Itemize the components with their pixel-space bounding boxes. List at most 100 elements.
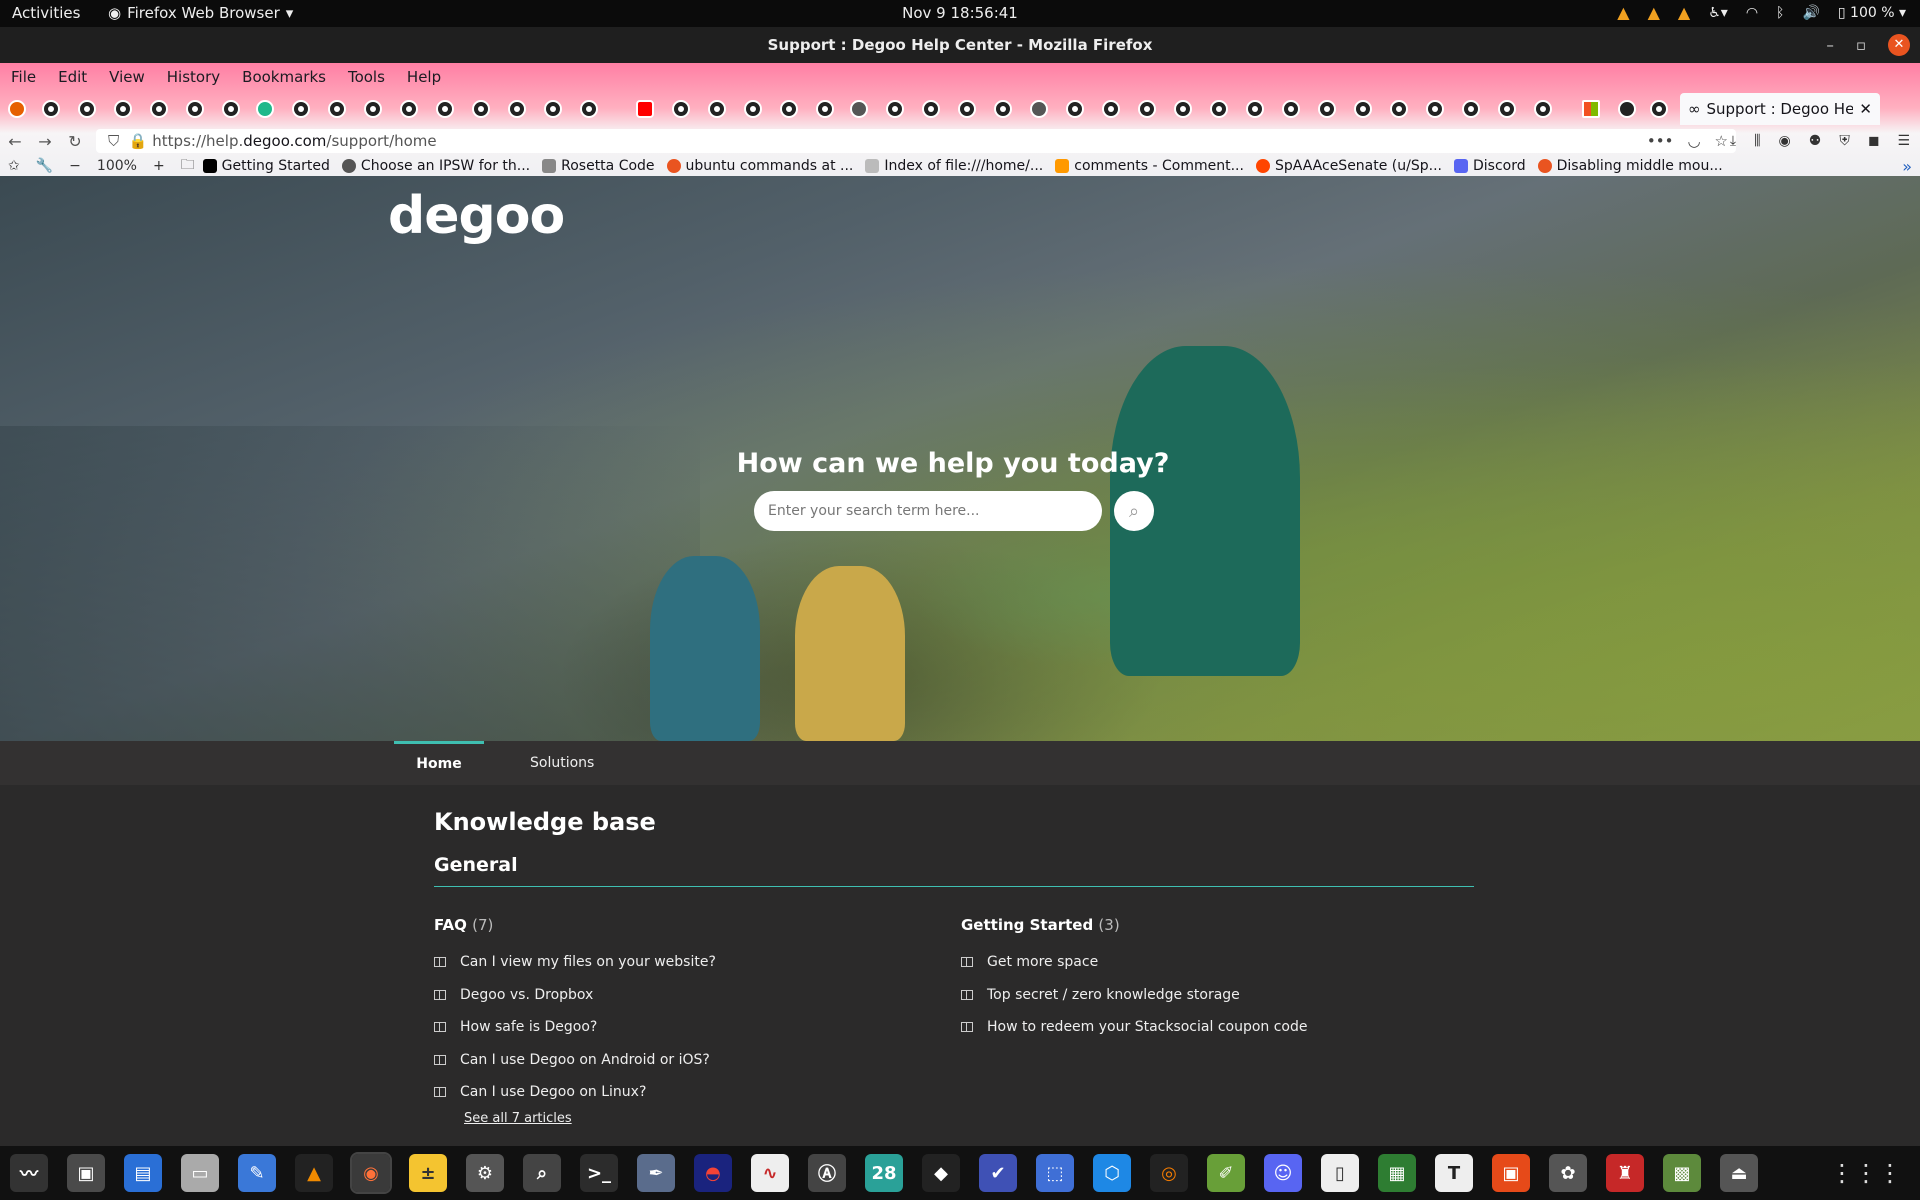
github-tab-icon[interactable] [994, 100, 1012, 118]
screenshot-icon[interactable]: ⬚ [1036, 1154, 1074, 1192]
github-tab-icon[interactable] [780, 100, 798, 118]
article-link[interactable]: Degoo vs. Dropbox [434, 979, 934, 1012]
typora-icon[interactable]: T [1435, 1154, 1473, 1192]
presentation-icon[interactable]: ▣ [1492, 1154, 1530, 1192]
ublock-icon[interactable]: ⛨ [1839, 133, 1850, 149]
forward-icon[interactable]: → [30, 132, 60, 151]
firefox-icon[interactable]: ◉ [350, 1152, 392, 1194]
github-tab-icon[interactable] [744, 100, 762, 118]
waveform-icon[interactable]: ∿ [751, 1154, 789, 1192]
github-tab-icon[interactable] [544, 100, 562, 118]
usb-drive-icon[interactable]: ⏏ [1720, 1154, 1758, 1192]
battery-icon[interactable]: ▯ 100 % ▾ [1838, 5, 1906, 21]
getting-started-title[interactable]: Getting Started [961, 916, 1093, 934]
bookmark-star-icon[interactable]: ☆ [1715, 132, 1728, 150]
github-tab-icon[interactable] [958, 100, 976, 118]
show-apps-icon[interactable]: ⋮⋮⋮ [1830, 1159, 1902, 1187]
article-link[interactable]: Can I use Degoo on Linux? [434, 1076, 934, 1109]
bookmark-rosetta-code[interactable]: Rosetta Code [542, 158, 655, 174]
discord-icon[interactable]: ☺ [1264, 1154, 1302, 1192]
tab-home[interactable]: Home [394, 741, 484, 785]
article-link[interactable]: How safe is Degoo? [434, 1011, 934, 1044]
zoom-out-icon[interactable]: − [61, 158, 89, 174]
image-viewer-icon[interactable]: ⌕ [523, 1154, 561, 1192]
download-icon[interactable]: ⤓ [1730, 133, 1736, 149]
tasks-icon[interactable]: ✔ [979, 1154, 1017, 1192]
green-tab-icon[interactable] [256, 100, 274, 118]
bookmark-disabling-middle-mouse[interactable]: Disabling middle mou... [1537, 158, 1723, 174]
extension-icon[interactable]: ⚉ [1809, 133, 1822, 149]
inkscape-icon[interactable]: ✒ [637, 1154, 675, 1192]
github-tab-icon[interactable] [400, 100, 418, 118]
article-link[interactable]: Get more space [961, 946, 1461, 979]
bookmark-reddit[interactable]: SpAAAceSenate (u/Sp... [1255, 158, 1442, 174]
active-tab[interactable]: ∞ Support : Degoo Help ✕ [1680, 93, 1880, 125]
grey-tab-icon[interactable] [850, 100, 868, 118]
shield-icon[interactable]: ⛉ [108, 132, 119, 150]
zoom-in-icon[interactable]: + [145, 158, 173, 174]
see-all-articles-link[interactable]: See all 7 articles [464, 1111, 934, 1126]
menu-file[interactable]: File [0, 63, 47, 91]
github-tab-icon[interactable] [672, 100, 690, 118]
vlc-tray-icon[interactable]: ▲ [1648, 3, 1660, 22]
library-icon[interactable]: ⫼ [1754, 133, 1760, 149]
reload-icon[interactable]: ↻ [60, 132, 90, 151]
vlc-tray-icon[interactable]: ▲ [1678, 3, 1690, 22]
github-tab-icon[interactable] [708, 100, 726, 118]
menu-view[interactable]: View [98, 63, 156, 91]
blender-icon[interactable]: ◎ [1150, 1154, 1188, 1192]
github-tab-icon[interactable] [1174, 100, 1192, 118]
github-tab-icon[interactable] [1354, 100, 1372, 118]
github-tab-icon[interactable] [436, 100, 454, 118]
settings-icon[interactable]: ⚙ [466, 1154, 504, 1192]
degoo-logo[interactable]: degoo [388, 186, 565, 246]
bookmark-ubuntu-commands[interactable]: ubuntu commands at ... [666, 158, 853, 174]
inkscape-tool-icon[interactable]: ◆ [922, 1154, 960, 1192]
github-tab-icon[interactable] [1210, 100, 1228, 118]
url-bar[interactable]: ⛉ 🔒 https://help. degoo.com/support/home … [96, 129, 1736, 153]
article-link[interactable]: Top secret / zero knowledge storage [961, 979, 1461, 1012]
account-icon[interactable]: ◉ [1779, 133, 1791, 149]
tab-solutions[interactable]: Solutions [530, 741, 594, 785]
faq-heading[interactable]: FAQ (7) [434, 916, 934, 934]
mario-game-icon[interactable]: ♜ [1606, 1154, 1644, 1192]
image-editor-icon[interactable]: ✐ [1207, 1154, 1245, 1192]
bookmark-discord[interactable]: Discord [1453, 158, 1526, 174]
close-tab-icon[interactable]: ✕ [1859, 100, 1872, 118]
github-tab-icon[interactable] [1534, 100, 1552, 118]
github-tab-icon[interactable] [1498, 100, 1516, 118]
github-tab-icon[interactable] [922, 100, 940, 118]
zoom-level[interactable]: 100% [89, 158, 145, 174]
system-monitor-icon[interactable]: 〰 [10, 1154, 48, 1192]
files-icon[interactable]: ▭ [181, 1154, 219, 1192]
github-tab-icon[interactable] [1246, 100, 1264, 118]
gimp-icon[interactable]: ✿ [1549, 1154, 1587, 1192]
software-center-icon[interactable]: Ⓐ [808, 1154, 846, 1192]
menu-history[interactable]: History [156, 63, 231, 91]
bookmark-comments[interactable]: comments - Comment... [1055, 158, 1244, 174]
bookmark-index-of-file[interactable]: Index of file:///home/... [865, 158, 1043, 174]
github-tab-icon[interactable] [1066, 100, 1084, 118]
bluetooth-icon[interactable]: ᛒ [1776, 5, 1784, 21]
bookmark-tool-icon[interactable]: ✩ [0, 158, 28, 174]
vlc-icon[interactable]: ▲ [295, 1154, 333, 1192]
github-tab-icon[interactable] [1282, 100, 1300, 118]
search-button[interactable]: ⌕ [1114, 491, 1154, 531]
terminal-icon[interactable]: >_ [580, 1154, 618, 1192]
bookmark-ipsw[interactable]: Choose an IPSW for th... [341, 158, 530, 174]
pocket-icon[interactable]: ◡ [1687, 132, 1700, 150]
wifi-icon[interactable]: ◠ [1746, 5, 1758, 21]
github-tab-icon[interactable] [42, 100, 60, 118]
github-tab-icon[interactable] [816, 100, 834, 118]
github-extension-icon[interactable]: ◼ [1868, 133, 1880, 149]
firefox-tab-icon[interactable] [8, 100, 26, 118]
bookmark-getting-started[interactable]: Getting Started [202, 158, 330, 174]
github-tab-icon[interactable] [580, 100, 598, 118]
maximize-icon[interactable]: ▫ [1856, 27, 1866, 63]
search-input[interactable] [754, 491, 1102, 531]
menu-help[interactable]: Help [396, 63, 452, 91]
grey-tab-icon[interactable] [1030, 100, 1048, 118]
faq-title[interactable]: FAQ [434, 916, 467, 934]
github-tab-icon[interactable] [1650, 100, 1668, 118]
github-tab-icon[interactable] [1138, 100, 1156, 118]
